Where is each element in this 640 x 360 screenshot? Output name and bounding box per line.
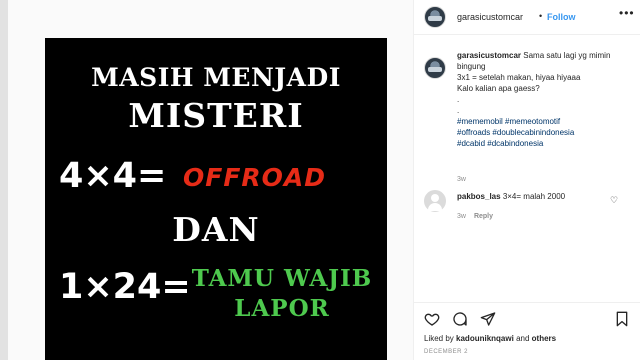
post-side-panel: garasicustomcar • Follow ••• garasicusto…: [414, 0, 640, 360]
likes-others-link[interactable]: others: [532, 334, 556, 343]
left-edge-bar: [0, 0, 8, 360]
comment-like-heart-icon[interactable]: ♡: [610, 195, 618, 206]
image-text-eq-4x4: 4×4=: [59, 156, 167, 196]
post-date: DECEMBER 2: [424, 349, 469, 355]
share-icon[interactable]: [480, 311, 496, 327]
post-media-pane: MASIH MENJADI MISTERI 4×4= OFFROAD DAN 1…: [8, 0, 413, 360]
comment-meta: 3w Reply: [457, 213, 493, 220]
comment-icon[interactable]: [452, 311, 468, 327]
image-text-lapor: LAPOR: [234, 295, 330, 322]
commenter-avatar[interactable]: [424, 190, 446, 212]
follow-button[interactable]: Follow: [547, 12, 576, 22]
caption-hashtags-2[interactable]: #offroads #doublecabinindonesia: [457, 128, 574, 137]
caption-hashtags-1[interactable]: #mememobil #memeotomotif: [457, 117, 560, 126]
likes-and: and: [516, 334, 530, 343]
caption-hashtags-3[interactable]: #dcabid #dcabindonesia: [457, 139, 543, 148]
likes-user[interactable]: kadouniknqawi: [456, 334, 514, 343]
caption: garasicustomcar Sama satu lagi yg mimin …: [457, 50, 637, 149]
author-avatar[interactable]: [424, 6, 446, 28]
comment: pakbos_las 3×4= malah 2000: [457, 192, 565, 201]
more-dots-icon[interactable]: •••: [619, 6, 635, 20]
author-username[interactable]: garasicustomcar: [457, 12, 523, 22]
caption-text: Sama satu lagi yg mimin bingung 3x1 = se…: [457, 51, 611, 115]
actions-divider: [414, 302, 640, 303]
image-text-tamu-wajib-lapor: TAMU WAJIB LAPOR: [182, 264, 382, 324]
image-text-dan: DAN: [172, 210, 260, 249]
image-text-offroad: OFFROAD: [183, 163, 375, 192]
image-text-eq-1x24: 1×24=: [59, 267, 191, 307]
comment-timestamp: 3w: [457, 213, 466, 220]
post-image[interactable]: MASIH MENJADI MISTERI 4×4= OFFROAD DAN 1…: [45, 38, 387, 360]
caption-avatar[interactable]: [424, 57, 446, 79]
image-text-masih-menjadi: MASIH MENJADI: [91, 63, 341, 92]
comment-username[interactable]: pakbos_las: [457, 192, 501, 201]
header-separator: •: [539, 11, 543, 21]
bookmark-icon[interactable]: [614, 311, 630, 327]
likes-prefix: Liked by: [424, 334, 454, 343]
likes-summary: Liked by kadouniknqawi and others: [424, 334, 556, 343]
image-text-tamu-wajib: TAMU WAJIB: [191, 265, 373, 292]
reply-button[interactable]: Reply: [474, 213, 493, 220]
header-divider: [414, 34, 640, 35]
caption-timestamp: 3w: [457, 176, 466, 183]
image-text-misteri: MISTERI: [128, 96, 304, 135]
caption-username[interactable]: garasicustomcar: [457, 51, 521, 60]
comment-text: 3×4= malah 2000: [502, 192, 566, 201]
heart-icon[interactable]: [424, 311, 440, 327]
